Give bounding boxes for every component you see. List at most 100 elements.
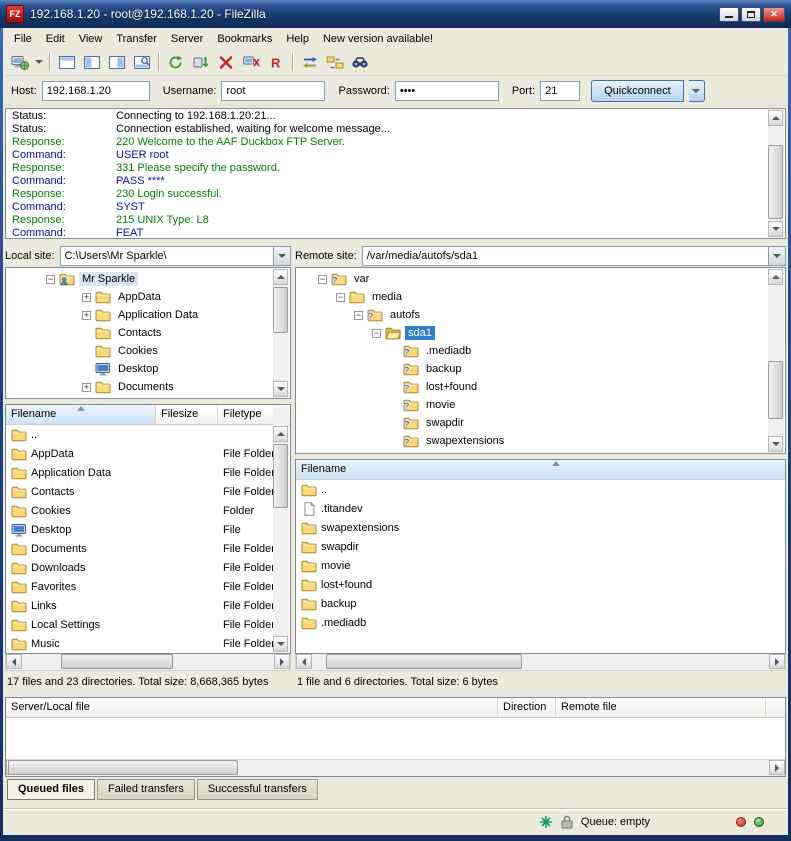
menu-view[interactable]: View bbox=[72, 30, 110, 48]
local-tree-item-mr-sparkle[interactable]: −Mr Sparkle bbox=[6, 270, 290, 288]
scroll-right-icon[interactable] bbox=[769, 654, 785, 669]
local-file-row-music[interactable]: MusicFile Folder bbox=[6, 634, 290, 653]
queue-tab-queued-files[interactable]: Queued files bbox=[7, 779, 95, 800]
synchronized-browsing-button[interactable] bbox=[322, 51, 347, 74]
toggle-queue-button[interactable] bbox=[129, 51, 154, 74]
remote-tree-item-backup[interactable]: ?backup bbox=[296, 360, 785, 378]
maximize-button[interactable] bbox=[741, 7, 761, 22]
local-column-header-filesize[interactable]: Filesize bbox=[156, 405, 218, 424]
toggle-remote-tree-button[interactable] bbox=[104, 51, 129, 74]
local-tree-item-application-data[interactable]: +Application Data bbox=[6, 306, 290, 324]
minimize-button[interactable] bbox=[719, 7, 739, 22]
remote-tree-item-media[interactable]: −media bbox=[296, 288, 785, 306]
menu-bookmarks[interactable]: Bookmarks bbox=[210, 30, 279, 48]
local-file-row-application-data[interactable]: Application DataFile Folder bbox=[6, 463, 290, 482]
collapse-icon[interactable]: − bbox=[318, 275, 327, 284]
disconnect-button[interactable] bbox=[238, 51, 263, 74]
reconnect-button[interactable]: R bbox=[263, 51, 288, 74]
local-site-dropdown-icon[interactable] bbox=[273, 247, 290, 265]
local-file-row-documents[interactable]: DocumentsFile Folder bbox=[6, 539, 290, 558]
find-files-button[interactable] bbox=[347, 51, 372, 74]
password-input[interactable] bbox=[395, 81, 499, 101]
remote-tree-item-movie[interactable]: ?movie bbox=[296, 396, 785, 414]
remote-tree-item-swapextensions[interactable]: ?swapextensions bbox=[296, 432, 785, 450]
remote-tree-scrollbar[interactable] bbox=[768, 269, 784, 452]
remote-file-row-mediadb[interactable]: .mediadb bbox=[296, 613, 785, 632]
site-manager-button[interactable] bbox=[7, 51, 32, 74]
menu-file[interactable]: File bbox=[7, 30, 39, 48]
remote-file-row-parent-dir[interactable]: .. bbox=[296, 480, 785, 499]
scroll-up-icon[interactable] bbox=[273, 269, 288, 285]
queue-column-header-server-local-file[interactable]: Server/Local file bbox=[6, 698, 498, 717]
collapse-icon[interactable]: − bbox=[372, 329, 381, 338]
remote-site-combo[interactable]: /var/media/autofs/sda1 bbox=[362, 246, 786, 266]
remote-tree-item-swapdir[interactable]: ?swapdir bbox=[296, 414, 785, 432]
collapse-icon[interactable]: − bbox=[354, 311, 363, 320]
local-file-row-links[interactable]: LinksFile Folder bbox=[6, 596, 290, 615]
site-manager-dropdown-button[interactable] bbox=[32, 51, 45, 74]
remote-tree-item-var[interactable]: −?var bbox=[296, 270, 785, 288]
local-file-row-cookies[interactable]: CookiesFolder bbox=[6, 501, 290, 520]
remote-tree-item-sda1[interactable]: −sda1 bbox=[296, 324, 785, 342]
menu-transfer[interactable]: Transfer bbox=[109, 30, 164, 48]
local-tree-item-cookies[interactable]: Cookies bbox=[6, 342, 290, 360]
scroll-up-icon[interactable] bbox=[768, 110, 783, 126]
queue-column-header-remote-file[interactable]: Remote file bbox=[556, 698, 766, 717]
remote-file-row-swapdir[interactable]: swapdir bbox=[296, 537, 785, 556]
toggle-message-log-button[interactable] bbox=[54, 51, 79, 74]
remote-tree-item-lost-found[interactable]: ?lost+found bbox=[296, 378, 785, 396]
local-tree-item-appdata[interactable]: +AppData bbox=[6, 288, 290, 306]
remote-column-header-filename[interactable]: Filename bbox=[296, 460, 786, 479]
remote-file-row-swapextensions[interactable]: swapextensions bbox=[296, 518, 785, 537]
remote-file-row-titandev[interactable]: .titandev bbox=[296, 499, 785, 518]
local-site-combo[interactable]: C:\Users\Mr Sparkle\ bbox=[60, 246, 291, 266]
local-hscrollbar[interactable] bbox=[5, 654, 291, 671]
scroll-left-icon[interactable] bbox=[6, 654, 22, 669]
log-scroll-thumb[interactable] bbox=[768, 145, 783, 219]
remote-hscrollbar[interactable] bbox=[295, 654, 786, 671]
local-tree-item-contacts[interactable]: Contacts bbox=[6, 324, 290, 342]
remote-file-row-backup[interactable]: backup bbox=[296, 594, 785, 613]
collapse-icon[interactable]: − bbox=[46, 275, 55, 284]
menu-new-version-available[interactable]: New version available! bbox=[316, 30, 440, 48]
close-button[interactable]: ✕ bbox=[763, 7, 785, 22]
titlebar[interactable]: FZ 192.168.1.20 - root@192.168.1.20 - Fi… bbox=[0, 0, 791, 28]
menu-edit[interactable]: Edit bbox=[39, 30, 72, 48]
remote-file-row-lost-found[interactable]: lost+found bbox=[296, 575, 785, 594]
local-tree-item-documents[interactable]: +Documents bbox=[6, 378, 290, 396]
scroll-down-icon[interactable] bbox=[273, 636, 288, 652]
local-list-scrollbar[interactable] bbox=[273, 406, 289, 652]
remote-file-row-movie[interactable]: movie bbox=[296, 556, 785, 575]
host-input[interactable] bbox=[42, 81, 150, 101]
scroll-up-icon[interactable] bbox=[273, 426, 288, 442]
cancel-button[interactable] bbox=[213, 51, 238, 74]
remote-site-dropdown-icon[interactable] bbox=[768, 247, 785, 265]
local-file-row-appdata[interactable]: AppDataFile Folder bbox=[6, 444, 290, 463]
username-input[interactable] bbox=[221, 81, 325, 101]
scroll-down-icon[interactable] bbox=[273, 381, 288, 397]
remote-tree-item-autofs[interactable]: −?autofs bbox=[296, 306, 785, 324]
expand-icon[interactable]: + bbox=[82, 383, 91, 392]
local-file-row-favorites[interactable]: FavoritesFile Folder bbox=[6, 577, 290, 596]
quickconnect-button[interactable]: Quickconnect bbox=[591, 80, 684, 102]
collapse-icon[interactable]: − bbox=[336, 293, 345, 302]
local-column-header-filetype[interactable]: Filetype bbox=[218, 405, 274, 424]
directory-comparison-button[interactable] bbox=[297, 51, 322, 74]
scroll-left-icon[interactable] bbox=[296, 654, 312, 669]
local-tree-item-downloads[interactable]: +Downloads bbox=[6, 396, 290, 399]
remote-tree-item-dvd[interactable]: ?dvd bbox=[296, 450, 785, 454]
scroll-right-icon[interactable] bbox=[769, 760, 785, 775]
log-scrollbar[interactable] bbox=[768, 110, 784, 237]
local-tree-item-desktop[interactable]: Desktop bbox=[6, 360, 290, 378]
scroll-up-icon[interactable] bbox=[768, 269, 783, 285]
quickconnect-dropdown-button[interactable] bbox=[689, 80, 705, 102]
local-file-row-contacts[interactable]: ContactsFile Folder bbox=[6, 482, 290, 501]
local-file-row-local-settings[interactable]: Local SettingsFile Folder bbox=[6, 615, 290, 634]
menu-help[interactable]: Help bbox=[279, 30, 316, 48]
port-input[interactable] bbox=[540, 81, 580, 101]
scroll-right-icon[interactable] bbox=[274, 654, 290, 669]
local-file-row-desktop[interactable]: DesktopFile bbox=[6, 520, 290, 539]
local-list-scroll-thumb[interactable] bbox=[273, 444, 288, 508]
remote-tree-scroll-thumb[interactable] bbox=[768, 361, 783, 419]
local-tree-scroll-thumb[interactable] bbox=[273, 287, 288, 333]
